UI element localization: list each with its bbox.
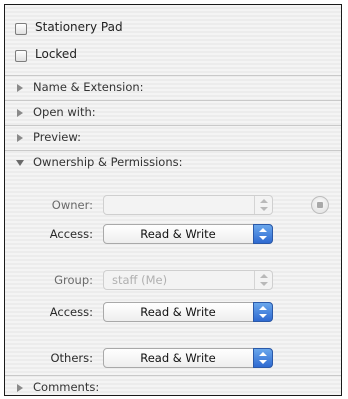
- section-open-with[interactable]: Open with:: [5, 102, 341, 124]
- popup-arrows-icon: [254, 196, 272, 214]
- section-comments[interactable]: Comments:: [5, 377, 341, 395]
- disclosure-triangle-icon[interactable]: [17, 109, 23, 117]
- section-preview-label: Preview:: [33, 130, 82, 144]
- popup-arrows-icon: [253, 224, 273, 244]
- section-name-extension[interactable]: Name & Extension:: [5, 77, 341, 99]
- locked-label: Locked: [35, 47, 77, 61]
- disclosure-triangle-icon[interactable]: [17, 84, 23, 92]
- divider: [5, 75, 341, 76]
- group-label: Group:: [54, 273, 93, 287]
- section-preview[interactable]: Preview:: [5, 127, 341, 149]
- locked-checkbox[interactable]: [15, 50, 27, 62]
- popup-arrows-icon: [254, 271, 272, 289]
- owner-label: Owner:: [51, 198, 93, 212]
- popup-arrows-icon: [253, 302, 273, 322]
- group-value: staff (Me): [112, 273, 168, 287]
- owner-access-popup[interactable]: Read & Write: [103, 224, 273, 244]
- lock-icon[interactable]: [311, 196, 329, 214]
- stationery-pad-label: Stationery Pad: [35, 20, 123, 34]
- divider: [5, 375, 341, 376]
- group-access-popup[interactable]: Read & Write: [103, 302, 273, 322]
- group-access-label: Access:: [49, 305, 93, 319]
- stationery-pad-checkbox[interactable]: [15, 23, 27, 35]
- group-popup[interactable]: staff (Me): [103, 270, 273, 290]
- section-comments-label: Comments:: [33, 380, 100, 394]
- owner-access-value: Read & Write: [140, 227, 216, 241]
- divider: [5, 125, 341, 126]
- divider: [5, 150, 341, 151]
- divider: [5, 100, 341, 101]
- info-panel: Stationery Pad Locked Name & Extension: …: [4, 4, 342, 396]
- section-ownership-label: Ownership & Permissions:: [33, 155, 183, 169]
- disclosure-triangle-icon[interactable]: [17, 134, 23, 142]
- owner-popup[interactable]: [103, 195, 273, 215]
- popup-arrows-icon: [253, 348, 273, 368]
- others-access-value: Read & Write: [140, 351, 216, 365]
- others-label: Others:: [50, 351, 93, 365]
- section-ownership-permissions[interactable]: Ownership & Permissions:: [5, 152, 341, 174]
- others-access-popup[interactable]: Read & Write: [103, 348, 273, 368]
- section-name-extension-label: Name & Extension:: [33, 80, 144, 94]
- disclosure-triangle-icon[interactable]: [17, 384, 23, 392]
- disclosure-triangle-expanded-icon[interactable]: [16, 160, 24, 166]
- owner-access-label: Access:: [49, 227, 93, 241]
- group-access-value: Read & Write: [140, 305, 216, 319]
- section-open-with-label: Open with:: [33, 105, 96, 119]
